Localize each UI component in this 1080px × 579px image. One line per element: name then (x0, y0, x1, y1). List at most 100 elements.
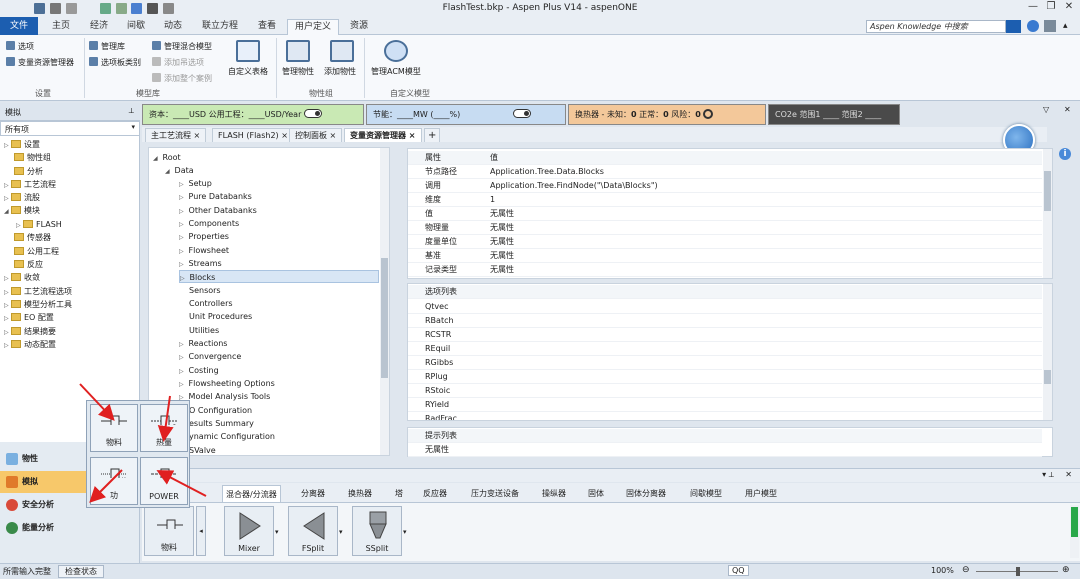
nav-simulation[interactable]: 模拟 (0, 471, 88, 493)
table-row[interactable]: 度量单位 无属性 (408, 235, 1042, 249)
palette-tab-user-models[interactable]: 用户模型 (742, 485, 780, 502)
tree-node[interactable]: ▷ Convergence (179, 350, 241, 363)
tree-node[interactable]: ▷ Costing (179, 364, 219, 377)
nav-properties[interactable]: 物性 (0, 448, 88, 470)
band-close-icon[interactable]: ✕ (1064, 105, 1071, 114)
palette-tab-columns[interactable]: 塔 (392, 485, 406, 502)
custom-table-button[interactable]: 自定义表格 (228, 66, 268, 77)
tree-node[interactable]: ▷ Pure Databanks (179, 190, 252, 203)
nav-item-eo-config[interactable]: ▷ EO 配置 (4, 312, 54, 324)
tree-node[interactable]: ▷ Components (179, 217, 239, 230)
palette-tab-reactors[interactable]: 反应器 (420, 485, 450, 502)
restore-icon[interactable]: ❐ (1044, 1, 1058, 12)
close-icon[interactable]: × (281, 131, 288, 140)
close-icon[interactable]: ✕ (1062, 1, 1076, 12)
palette-tab-solids[interactable]: 固体 (585, 485, 607, 502)
nav-item-streams[interactable]: ▷ 流股 (4, 192, 40, 204)
list-item[interactable]: RYield (408, 398, 1042, 412)
zoom-in-icon[interactable]: ⊕ (1062, 565, 1070, 575)
nav-safety-analysis[interactable]: 安全分析 (0, 494, 88, 516)
tree-node[interactable]: ▷ Model Analysis Tools (179, 390, 270, 403)
nav-item-analysis[interactable]: 分析 (14, 166, 43, 178)
table-row[interactable]: 调用 Application.Tree.FindNode("\Data\Block… (408, 179, 1042, 193)
palette-material-stream[interactable]: 物料 (144, 506, 194, 556)
tab-file[interactable]: 文件 (0, 17, 38, 35)
tree-scrollbar[interactable] (380, 148, 389, 455)
nav-item-dynamic-config[interactable]: ▷ 动态配置 (4, 339, 56, 351)
mixer-dropdown-icon[interactable]: ▾ (275, 528, 279, 536)
tab-view[interactable]: 查看 (250, 19, 284, 35)
tab-batch[interactable]: 间歇 (119, 19, 153, 35)
close-icon[interactable]: × (409, 131, 416, 140)
palette-tab-pressure[interactable]: 压力变送设备 (468, 485, 522, 502)
zoom-out-icon[interactable]: ⊖ (962, 565, 970, 575)
table-row[interactable]: 维度 1 (408, 193, 1042, 207)
cost-toggle[interactable] (303, 109, 322, 118)
manage-property-button[interactable]: 管理物性 (282, 66, 314, 77)
info-icon[interactable]: i (1059, 148, 1071, 160)
close-icon[interactable]: ✕ (1065, 470, 1072, 479)
tree-node[interactable]: O Configuration (189, 404, 252, 417)
palette-tab-mixers[interactable]: 混合器/分流器 (222, 485, 281, 502)
variable-explorer-button[interactable]: 变量资源管理器 (6, 57, 74, 68)
tab-variable-explorer[interactable]: 变量资源管理器 × (344, 128, 422, 142)
tree-node[interactable]: ▷ Flowsheet (179, 244, 229, 257)
table-row[interactable]: 记录类型 无属性 (408, 263, 1042, 277)
nav-item-property-sets[interactable]: 物性组 (14, 152, 51, 164)
table-row[interactable]: 值无属性 (408, 207, 1042, 221)
table-row[interactable]: 节点路径 Application.Tree.Data.Blocks (408, 165, 1042, 179)
tree-node-data[interactable]: ◢ Data (165, 164, 194, 177)
nav-item-model-analysis[interactable]: ▷ 模型分析工具 (4, 299, 72, 311)
tree-node[interactable]: Controllers (189, 297, 233, 310)
nav-item-setup[interactable]: ▷ 设置 (4, 139, 40, 151)
close-icon[interactable]: × (330, 131, 337, 140)
list-item[interactable]: RPlug (408, 370, 1042, 384)
check-status-button[interactable]: 检查状态 (58, 565, 104, 578)
user-icon[interactable] (1044, 20, 1056, 32)
palette-scrollbar[interactable] (1070, 505, 1079, 558)
palette-fsplit[interactable]: FSplit (288, 506, 338, 556)
tab-economics[interactable]: 经济 (82, 19, 116, 35)
palette-tab-solid-separators[interactable]: 固体分离器 (623, 485, 669, 502)
palette-tab-exchangers[interactable]: 换热器 (345, 485, 375, 502)
list-item[interactable]: RGibbs (408, 356, 1042, 370)
fsplit-dropdown-icon[interactable]: ▾ (339, 528, 343, 536)
nav-item-reactions[interactable]: 反应 (14, 259, 43, 271)
stream-type-heat[interactable]: Q 热量 (140, 404, 188, 452)
palette-ssplit[interactable]: SSplit (352, 506, 402, 556)
tree-node[interactable]: ▷ Other Databanks (179, 204, 257, 217)
tree-node-root[interactable]: ◢ Root (153, 151, 181, 164)
manage-acm-button[interactable]: 管理ACM模型 (371, 66, 421, 77)
nav-item-flowsheet-options[interactable]: ▷ 工艺流程选项 (4, 286, 72, 298)
tree-node[interactable]: Utilities (189, 324, 219, 337)
nav-item-blocks[interactable]: ◢ 模块 (4, 205, 40, 217)
list-item[interactable]: RBatch (408, 314, 1042, 328)
palette-tab-batch[interactable]: 间歇模型 (687, 485, 725, 502)
nav-item-sensors[interactable]: 传感器 (14, 232, 51, 244)
tree-node[interactable]: Sensors (189, 284, 221, 297)
pin-icon[interactable]: ⟂ (129, 106, 134, 116)
tab-flash[interactable]: FLASH (Flash2) × (212, 128, 294, 142)
tree-node[interactable]: Unit Procedures (189, 310, 252, 323)
stream-type-material[interactable]: 物料 (90, 404, 138, 452)
knowledge-search-input[interactable]: Aspen Knowledge 中搜索 (866, 20, 1006, 33)
minimize-icon[interactable]: — (1026, 1, 1040, 12)
add-property-button[interactable]: 添加物性 (324, 66, 356, 77)
energy-toggle[interactable] (512, 109, 531, 118)
tree-node[interactable]: ynamic Configuration (189, 430, 275, 443)
zoom-slider[interactable] (976, 567, 1058, 576)
palette-tab-separators[interactable]: 分离器 (298, 485, 328, 502)
nav-item-flash[interactable]: ▷ FLASH (16, 219, 62, 231)
table-row[interactable]: 物理量 无属性 (408, 221, 1042, 235)
tab-dynamics[interactable]: 动态 (156, 19, 190, 35)
add-selection-button[interactable]: 添加吊选项 (152, 57, 204, 68)
tab-home[interactable]: 主页 (44, 19, 78, 35)
tree-node[interactable]: ▷ Properties (179, 230, 229, 243)
collapse-ribbon-icon[interactable]: ▴ (1063, 21, 1068, 31)
stream-type-power[interactable]: POWER (140, 457, 188, 505)
palette-category-button[interactable]: 选项板类别 (89, 57, 141, 68)
tree-node[interactable]: ▷ Reactions (179, 337, 227, 350)
list-item[interactable]: Qtvec (408, 300, 1042, 314)
close-icon[interactable]: × (194, 131, 201, 140)
options-button[interactable]: 选项 (6, 41, 34, 52)
